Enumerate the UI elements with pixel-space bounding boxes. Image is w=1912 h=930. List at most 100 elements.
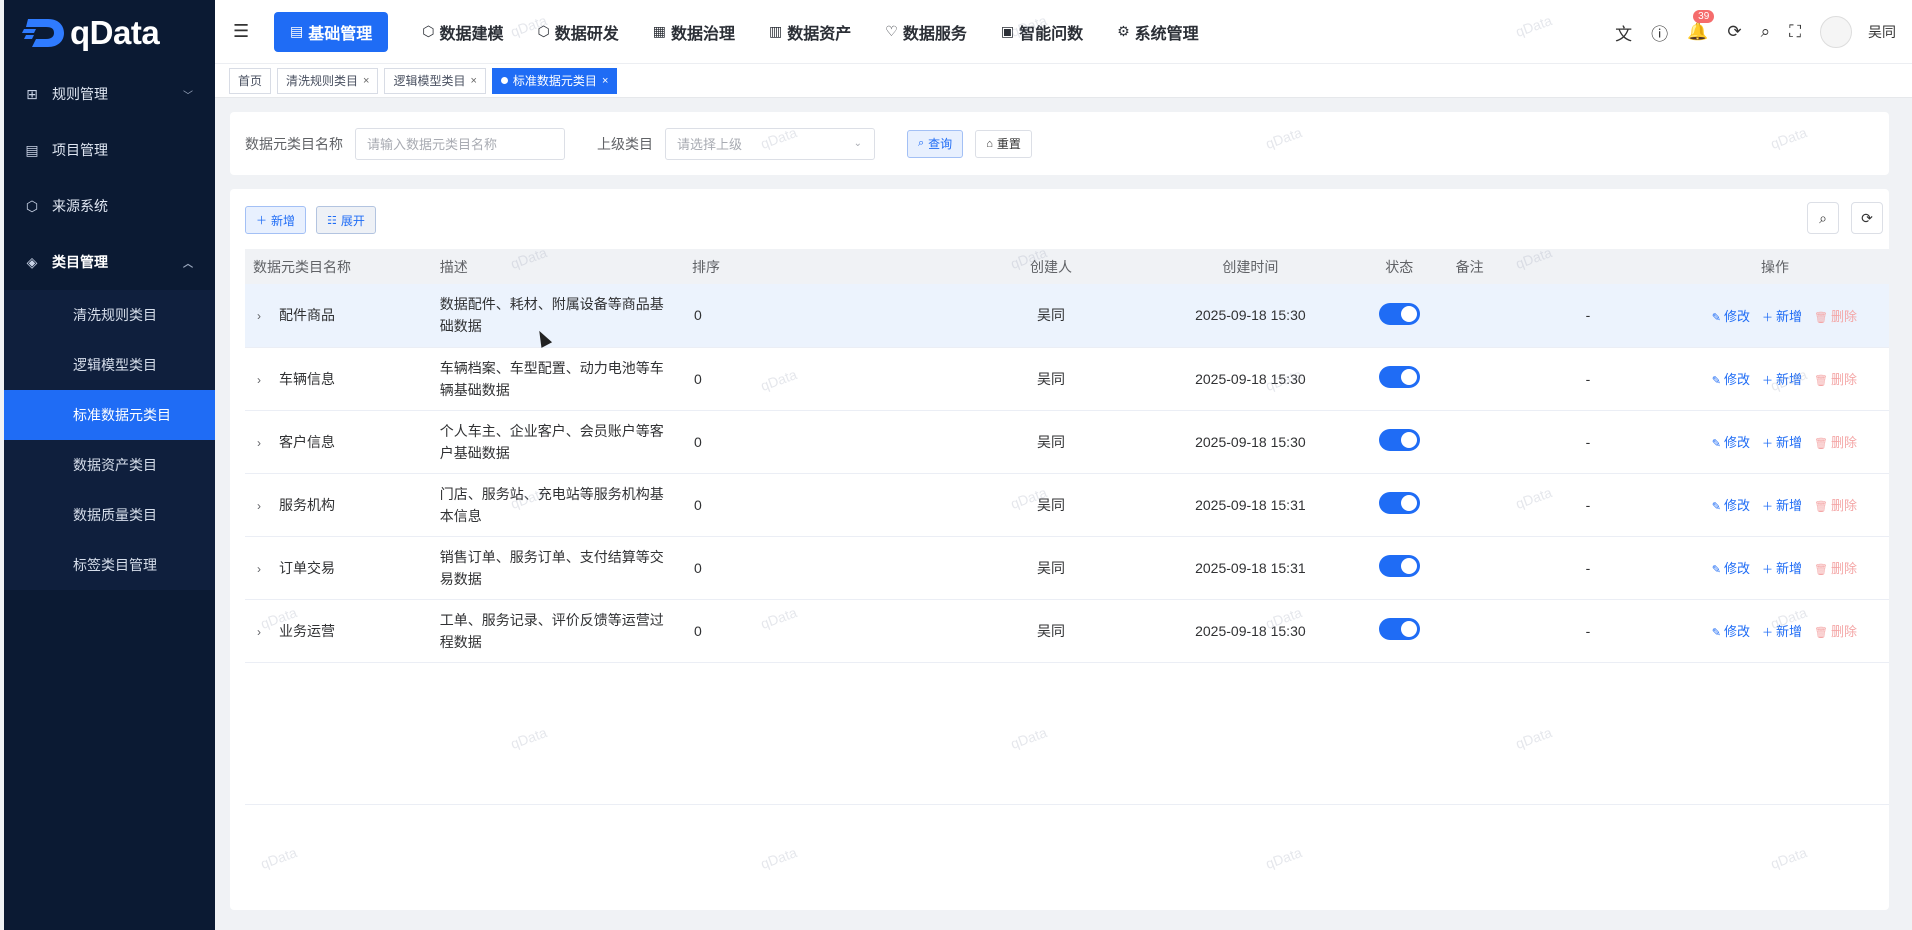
top-nav-label: 数据资产: [787, 25, 852, 43]
close-icon[interactable]: ×: [470, 75, 476, 87]
add-button[interactable]: ＋新增: [1762, 435, 1802, 450]
plus-icon: ＋: [1762, 438, 1773, 450]
name-search-input[interactable]: 请输入数据元类目名称: [355, 127, 565, 160]
query-button[interactable]: ⌕ 查询: [907, 129, 964, 158]
refresh-table-button[interactable]: ⟳: [1851, 202, 1883, 234]
table-row[interactable]: › 业务运营 工单、服务记录、评价反馈等运营过程数据 0 吴同 2025-09-18 15…: [245, 599, 1889, 662]
sidebar-subitem-1[interactable]: 逻辑模型类目: [4, 340, 215, 390]
delete-button[interactable]: 🗑 删除: [1814, 309, 1857, 324]
toggle-search-button[interactable]: ⌕: [1807, 202, 1839, 234]
status-toggle[interactable]: [1378, 492, 1420, 514]
add-button[interactable]: ＋新增: [1762, 561, 1802, 576]
category-desc: 个人车主、企业客户、会员账户等客户基础数据: [439, 422, 664, 461]
remark-cell: -: [1585, 622, 1591, 639]
top-nav-item-3[interactable]: ▦ 数据治理: [653, 20, 735, 44]
document-icon: ▤: [25, 141, 39, 158]
edit-button[interactable]: ✎ 修改: [1712, 372, 1750, 387]
top-nav-item-1[interactable]: ⬡ 数据建模: [422, 20, 503, 44]
sort-cell: 0: [694, 307, 702, 324]
close-icon[interactable]: ×: [363, 75, 369, 87]
edit-button[interactable]: ✎ 修改: [1712, 624, 1750, 639]
sidebar-subitem-4[interactable]: 数据质量类目: [4, 490, 215, 540]
chevron-right-icon[interactable]: ›: [257, 562, 269, 576]
status-toggle[interactable]: [1378, 302, 1420, 325]
translate-icon[interactable]: 文: [1615, 20, 1632, 45]
close-icon[interactable]: ×: [602, 75, 608, 87]
refresh-icon[interactable]: ⟳: [1727, 22, 1741, 42]
top-nav-item-2[interactable]: ⬡ 数据研发: [538, 20, 619, 44]
sidebar-subitem-0[interactable]: 清洗规则类目: [4, 290, 215, 340]
sidebar-item-0[interactable]: ⊞ 规则管理 ﹀: [4, 66, 215, 122]
status-toggle[interactable]: [1378, 366, 1420, 388]
menu-toggle-icon[interactable]: ☰: [233, 21, 251, 42]
table-row[interactable]: › 服务机构 门店、服务站、充电站等服务机构基本信息 0 吴同 2025-09-18 15…: [245, 473, 1889, 536]
parent-select[interactable]: 请选择上级 ⌄: [665, 127, 875, 160]
table-row[interactable]: › 客户信息 个人车主、企业客户、会员账户等客户基础数据 0 吴同 2025-09-18 …: [245, 410, 1889, 473]
reset-button[interactable]: ⌂ 重置: [975, 129, 1032, 158]
table-row[interactable]: › 车辆信息 车辆档案、车型配置、动力电池等车辆基础数据 0 吴同 2025-09-18 …: [245, 347, 1889, 410]
ops-cell: ✎ 修改 ＋新增 🗑 删除: [1712, 410, 1889, 473]
ops-cell: ✎ 修改 ＋新增 🗑 删除: [1712, 536, 1889, 599]
nav-icon: ⚙: [1117, 23, 1130, 39]
bell-icon[interactable]: 🔔 39: [1687, 10, 1715, 42]
sidebar-item-1[interactable]: ▤ 项目管理: [4, 122, 215, 178]
chevron-right-icon[interactable]: ›: [257, 625, 269, 639]
delete-button[interactable]: 🗑 删除: [1814, 561, 1857, 576]
tab-tag-2[interactable]: 逻辑模型类目 ×: [384, 67, 486, 94]
main-panel: ＋新增 ☷ 展开 ⌕ ⟳ 数据元类目名称 描述 排序 创建人 创建时间 状态 备注 操作 › 配件…: [230, 189, 1889, 910]
top-nav-item-6[interactable]: ▣ 智能问数: [1001, 20, 1083, 44]
edit-button[interactable]: ✎ 修改: [1712, 561, 1750, 576]
add-button[interactable]: ＋新增: [1762, 372, 1802, 387]
table-bottom-divider: [245, 804, 1889, 805]
fullscreen-icon[interactable]: ⛶: [1789, 22, 1801, 42]
search-icon[interactable]: ⌕: [1761, 22, 1771, 42]
status-toggle[interactable]: [1378, 555, 1420, 577]
table-row[interactable]: › 配件商品 数据配件、耗材、附属设备等商品基础数据 0 吴同 2025-09-18 15…: [245, 284, 1889, 347]
add-button[interactable]: ＋新增: [1762, 498, 1802, 513]
tab-tag-3[interactable]: 标准数据元类目 ×: [491, 67, 618, 94]
delete-button[interactable]: 🗑 删除: [1814, 498, 1857, 513]
delete-button[interactable]: 🗑 删除: [1814, 435, 1857, 450]
table-row[interactable]: › 订单交易 销售订单、服务订单、支付结算等交易数据 0 吴同 2025-09-18 15…: [245, 536, 1889, 599]
add-label: 新增: [1776, 498, 1803, 513]
parent-label: 上级类目: [597, 135, 653, 152]
avatar[interactable]: [1820, 16, 1852, 48]
expand-button[interactable]: ☷ 展开: [316, 206, 376, 234]
status-toggle[interactable]: [1378, 618, 1420, 640]
sidebar-subitem-5[interactable]: 标签类目管理: [4, 540, 215, 590]
chevron-right-icon[interactable]: ›: [257, 373, 269, 387]
sidebar-subitem-3[interactable]: 数据资产类目: [4, 440, 215, 490]
sidebar-item-3[interactable]: ◈ 类目管理 ︿: [4, 234, 215, 290]
top-nav-item-4[interactable]: ▥ 数据资产: [769, 20, 851, 44]
chevron-right-icon[interactable]: ›: [257, 436, 269, 450]
parent-placeholder: 请选择上级: [677, 137, 743, 152]
add-button[interactable]: ＋新增: [245, 206, 307, 234]
top-nav-item-5[interactable]: ♡ 数据服务: [885, 20, 967, 44]
delete-button[interactable]: 🗑 删除: [1814, 372, 1857, 387]
tag-label: 逻辑模型类目: [393, 74, 466, 88]
status-toggle[interactable]: [1378, 429, 1420, 451]
delete-label: 删除: [1830, 498, 1857, 513]
edit-button[interactable]: ✎ 修改: [1712, 498, 1750, 513]
search-icon: ⌕: [1819, 209, 1827, 226]
sidebar-item-2[interactable]: ⬡ 来源系统: [4, 178, 215, 234]
edit-icon: ✎: [1711, 564, 1721, 576]
tab-tag-0[interactable]: 首页: [229, 67, 272, 94]
edit-button[interactable]: ✎ 修改: [1712, 435, 1750, 450]
top-nav-item-0[interactable]: ▤ 基础管理: [274, 11, 389, 52]
delete-label: 删除: [1830, 435, 1857, 450]
sidebar-item-label: 类目管理: [52, 254, 108, 270]
top-nav-item-7[interactable]: ⚙ 系统管理: [1117, 20, 1199, 44]
add-button[interactable]: ＋新增: [1762, 309, 1802, 324]
table-tools: ⌕ ⟳: [1795, 202, 1883, 234]
tab-tag-1[interactable]: 清洗规则类目 ×: [277, 67, 379, 94]
chevron-right-icon[interactable]: ›: [257, 499, 269, 513]
category-desc: 数据配件、耗材、附属设备等商品基础数据: [439, 296, 664, 335]
delete-button[interactable]: 🗑 删除: [1814, 624, 1857, 639]
sidebar-subitem-2[interactable]: 标准数据元类目: [4, 390, 215, 440]
edit-button[interactable]: ✎ 修改: [1712, 309, 1750, 324]
help-icon[interactable]: ⓘ: [1651, 20, 1668, 45]
username[interactable]: 吴同: [1868, 22, 1896, 42]
add-button[interactable]: ＋新增: [1762, 624, 1802, 639]
chevron-right-icon[interactable]: ›: [257, 309, 269, 323]
